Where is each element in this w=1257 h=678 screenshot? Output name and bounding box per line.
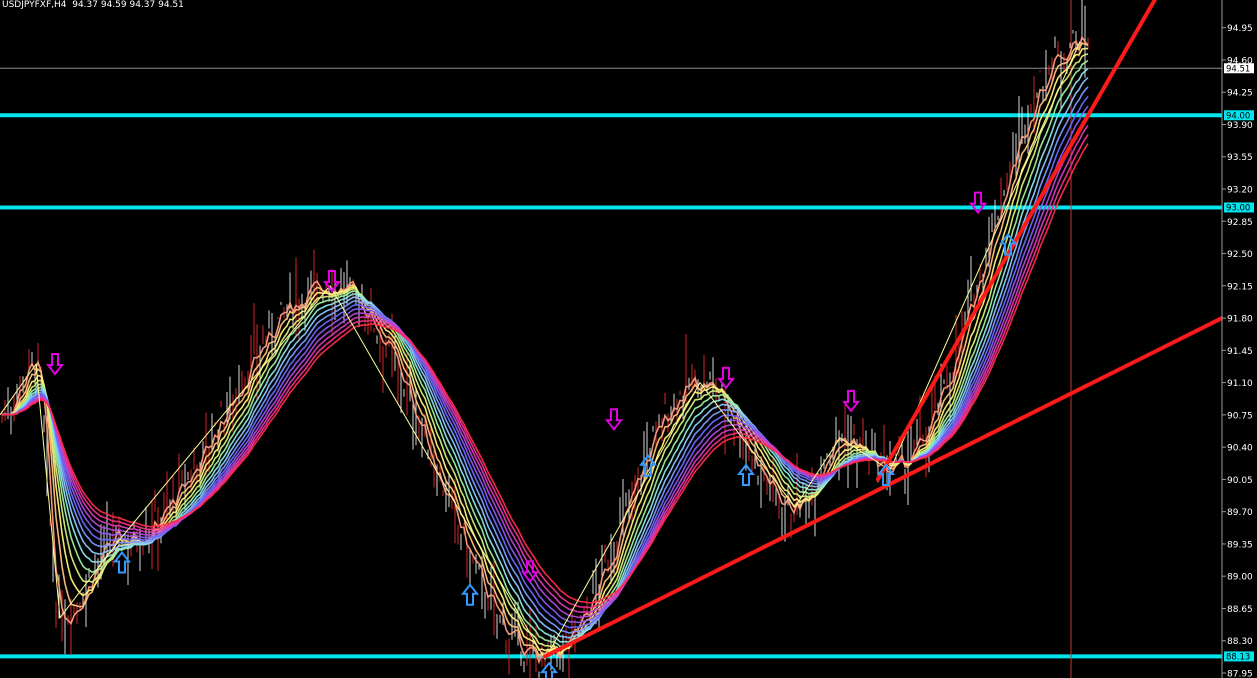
ma-ribbon [1, 35, 1089, 665]
down-arrow-icon [841, 389, 861, 413]
down-arrow-icon [716, 366, 736, 390]
tick-label: 90.05 [1227, 476, 1253, 486]
up-arrow-icon [539, 661, 559, 678]
ma-line [1, 86, 1089, 634]
ma-line [1, 143, 1089, 604]
ma-line [1, 35, 1089, 665]
tick-label: 89.70 [1227, 508, 1253, 518]
down-arrow-icon [968, 191, 988, 215]
tick-label: 93.20 [1227, 186, 1253, 196]
up-arrow-icon [460, 583, 480, 606]
ma-line [1, 53, 1089, 652]
ma-line [1, 95, 1089, 629]
ma-line [1, 115, 1089, 619]
level-tag-label: 88.13 [1226, 653, 1250, 663]
level-tag-label: 94.00 [1226, 111, 1250, 121]
tick-label: 91.80 [1227, 315, 1253, 325]
tick-label: 91.45 [1227, 347, 1253, 357]
tick-label: 92.15 [1227, 282, 1253, 292]
ma-line [1, 77, 1089, 639]
tick-label: 93.90 [1227, 121, 1253, 131]
tick-label: 91.10 [1227, 379, 1253, 389]
price-axis: 94.9594.6094.2593.9093.5593.2092.8592.50… [1221, 0, 1257, 678]
ma-line [1, 105, 1089, 624]
level-tag-label: 93.00 [1226, 204, 1250, 214]
ma-line [1, 42, 1089, 657]
tick-label: 88.65 [1227, 605, 1253, 615]
ma-line [1, 124, 1089, 614]
ma-line [1, 68, 1089, 643]
tick-label: 93.55 [1227, 153, 1253, 163]
tick-label: 89.35 [1227, 540, 1253, 550]
tick-label: 90.75 [1227, 411, 1253, 421]
up-arrow-icon [112, 550, 132, 574]
price-tag-label: 94.51 [1226, 64, 1250, 74]
ma-line [1, 60, 1089, 648]
price-bars [1, 0, 1089, 678]
trend-lines [543, 0, 1224, 659]
tick-label: 90.40 [1227, 444, 1253, 454]
price-chart[interactable]: 94.9594.6094.2593.9093.5593.2092.8592.50… [0, 0, 1257, 678]
tick-label: 88.30 [1227, 637, 1253, 647]
tick-label: 94.25 [1227, 89, 1253, 99]
down-arrow-icon [45, 352, 65, 376]
down-arrow-icon [604, 408, 624, 431]
tick-label: 89.00 [1227, 573, 1253, 583]
signal-arrows [45, 191, 1018, 678]
tick-label: 92.50 [1227, 250, 1253, 260]
tick-label: 92.85 [1227, 218, 1253, 228]
ma-line [1, 47, 1089, 654]
tick-label: 94.95 [1227, 24, 1253, 34]
tick-label: 87.95 [1227, 670, 1253, 678]
